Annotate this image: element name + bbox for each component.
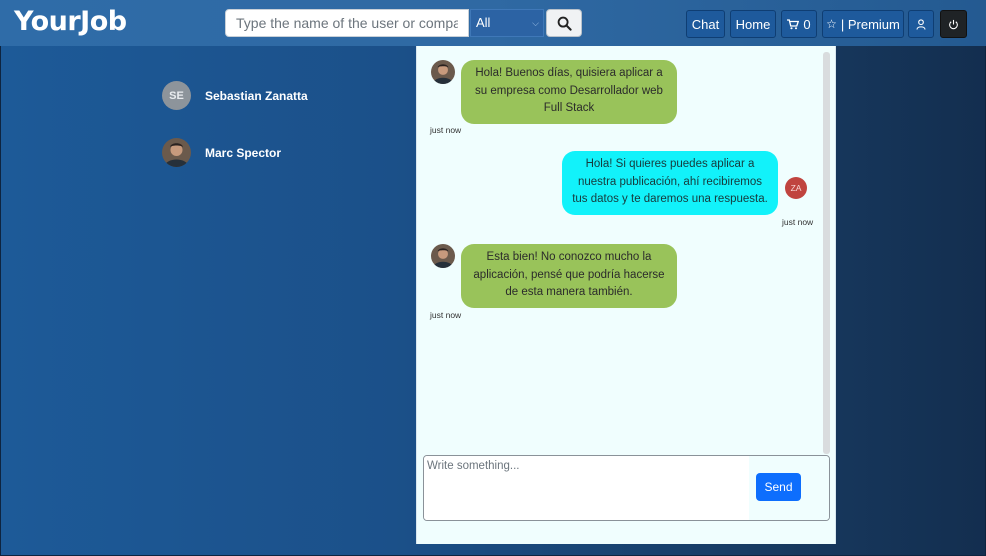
- contact-item[interactable]: Marc Spector: [162, 138, 281, 167]
- search-filter-select[interactable]: All ⌵: [470, 9, 544, 37]
- cart-icon: [787, 18, 800, 29]
- scrollbar[interactable]: [823, 52, 830, 454]
- premium-button[interactable]: ☆ | Premium: [822, 10, 904, 38]
- brand-logo[interactable]: YourJob: [14, 6, 127, 37]
- message-row: Esta bien! No conozco mucho la aplicació…: [431, 244, 677, 308]
- power-icon: [949, 19, 958, 29]
- message-bubble: Hola! Buenos días, quisiera aplicar a su…: [461, 60, 677, 124]
- message-composer: Send: [423, 455, 830, 521]
- avatar: [162, 138, 191, 167]
- avatar: [431, 244, 455, 268]
- message-timestamp: just now: [430, 310, 462, 320]
- contact-name: Sebastian Zanatta: [205, 88, 308, 103]
- message-input[interactable]: [424, 456, 749, 520]
- chat-panel: Hola! Buenos días, quisiera aplicar a su…: [416, 46, 836, 544]
- logout-button[interactable]: [940, 10, 967, 38]
- send-button[interactable]: Send: [756, 473, 801, 501]
- chat-button[interactable]: Chat: [686, 10, 725, 38]
- navbar: YourJob All ⌵ Chat Home 0 ☆ | Premium: [0, 0, 986, 46]
- search-icon: [557, 16, 572, 31]
- message-row: Hola! Buenos días, quisiera aplicar a su…: [431, 60, 677, 124]
- message-timestamp: just now: [782, 217, 814, 227]
- profile-button[interactable]: [908, 10, 934, 38]
- chevron-down-icon: ⌵: [532, 18, 539, 28]
- message-row: Hola! Si quieres puedes aplicar a nuestr…: [562, 151, 807, 215]
- user-icon: [916, 18, 926, 30]
- avatar: [431, 60, 455, 84]
- chat-button-label: Chat: [691, 16, 720, 32]
- message-bubble: Hola! Si quieres puedes aplicar a nuestr…: [562, 151, 778, 215]
- premium-button-label: | Premium: [840, 16, 900, 32]
- cart-count: 0: [803, 16, 811, 32]
- contact-item[interactable]: SE Sebastian Zanatta: [162, 81, 308, 110]
- contact-name: Marc Spector: [205, 145, 282, 160]
- search-filter-value: All: [476, 15, 491, 30]
- search-button[interactable]: [546, 9, 582, 37]
- search-input[interactable]: [225, 9, 469, 37]
- avatar: SE: [162, 81, 191, 110]
- home-button[interactable]: Home: [730, 10, 776, 38]
- message-timestamp: just now: [430, 125, 462, 135]
- cart-button[interactable]: 0: [781, 10, 817, 38]
- avatar: ZA: [785, 177, 807, 199]
- home-button-label: Home: [735, 16, 771, 32]
- star-icon: ☆: [826, 17, 837, 31]
- message-bubble: Esta bien! No conozco mucho la aplicació…: [461, 244, 677, 308]
